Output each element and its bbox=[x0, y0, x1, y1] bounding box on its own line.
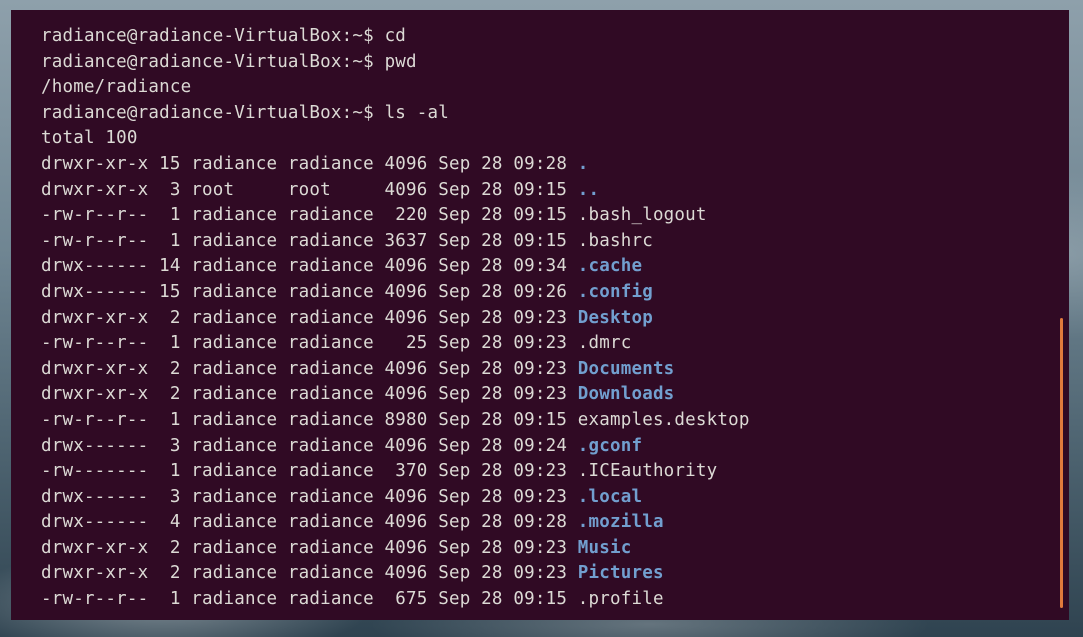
listing-metadata: -rw-r--r-- 1 radiance radiance 8980 Sep … bbox=[41, 409, 578, 430]
listing-row: drwx------ 4 radiance radiance 4096 Sep … bbox=[41, 510, 1069, 536]
file-name: examples.desktop bbox=[577, 409, 750, 430]
listing-metadata: drwxr-xr-x 2 radiance radiance 4096 Sep … bbox=[41, 563, 578, 584]
directory-name: .gconf bbox=[577, 435, 643, 456]
listing-metadata: drwxr-xr-x 15 radiance radiance 4096 Sep… bbox=[41, 153, 578, 174]
directory-name: Downloads bbox=[577, 384, 675, 405]
listing-row: -rw------- 1 radiance radiance 370 Sep 2… bbox=[41, 459, 1069, 485]
listing-row: drwx------ 3 radiance radiance 4096 Sep … bbox=[41, 434, 1069, 460]
listing-row: drwx------ 3 radiance radiance 4096 Sep … bbox=[41, 485, 1069, 511]
directory-name: .mozilla bbox=[577, 512, 664, 533]
directory-name: Documents bbox=[577, 358, 675, 379]
listing-metadata: drwxr-xr-x 2 radiance radiance 4096 Sep … bbox=[41, 358, 578, 379]
listing-row: -rw-r--r-- 1 radiance radiance 8980 Sep … bbox=[41, 408, 1069, 434]
listing-row: drwx------ 15 radiance radiance 4096 Sep… bbox=[41, 280, 1069, 306]
listing-metadata: -rw-r--r-- 1 radiance radiance 3637 Sep … bbox=[41, 230, 578, 251]
command-line: radiance@radiance-VirtualBox:~$ cd bbox=[41, 24, 1069, 50]
listing-metadata: drwx------ 15 radiance radiance 4096 Sep… bbox=[41, 281, 578, 302]
listing-metadata: drwxr-xr-x 2 radiance radiance 4096 Sep … bbox=[41, 537, 578, 558]
listing-row: drwxr-xr-x 2 radiance radiance 4096 Sep … bbox=[41, 536, 1069, 562]
listing-row: drwx------ 14 radiance radiance 4096 Sep… bbox=[41, 254, 1069, 280]
command-line: radiance@radiance-VirtualBox:~$ ls -al bbox=[41, 101, 1069, 127]
file-name: .ICEauthority bbox=[577, 461, 718, 482]
shell-prompt: radiance@radiance-VirtualBox:~$ bbox=[41, 26, 385, 46]
terminal-scrollbar[interactable] bbox=[1060, 318, 1063, 608]
listing-metadata: drwx------ 3 radiance radiance 4096 Sep … bbox=[41, 486, 578, 507]
file-name: .profile bbox=[577, 589, 664, 610]
directory-name: Music bbox=[577, 537, 632, 558]
listing-metadata: drwx------ 3 radiance radiance 4096 Sep … bbox=[41, 435, 578, 456]
listing-metadata: -rw-r--r-- 1 radiance radiance 25 Sep 28… bbox=[41, 333, 578, 354]
terminal-output: radiance@radiance-VirtualBox:~$ cd radian… bbox=[41, 24, 1069, 613]
shell-command: cd bbox=[384, 26, 407, 46]
listing-row: drwxr-xr-x 2 radiance radiance 4096 Sep … bbox=[41, 561, 1069, 587]
directory-name: . bbox=[577, 153, 589, 174]
command-line: radiance@radiance-VirtualBox:~$ pwd bbox=[41, 50, 1069, 76]
directory-name: .cache bbox=[577, 256, 643, 277]
file-name: .bash_logout bbox=[577, 205, 707, 226]
listing-row: -rw-r--r-- 1 radiance radiance 220 Sep 2… bbox=[41, 203, 1069, 229]
file-name: .dmrc bbox=[577, 333, 632, 354]
listing-row: drwxr-xr-x 15 radiance radiance 4096 Sep… bbox=[41, 152, 1069, 178]
shell-command: ls -al bbox=[384, 102, 449, 123]
directory-name: .config bbox=[577, 281, 653, 302]
listing-metadata: drwxr-xr-x 2 radiance radiance 4096 Sep … bbox=[41, 307, 578, 328]
output-line: total 100 bbox=[41, 128, 138, 149]
listing-row: drwxr-xr-x 2 radiance radiance 4096 Sep … bbox=[41, 357, 1069, 383]
shell-command: pwd bbox=[384, 51, 417, 72]
directory-name: Desktop bbox=[577, 307, 653, 328]
terminal-window[interactable]: radiance@radiance-VirtualBox:~$ cd radian… bbox=[11, 10, 1069, 620]
listing-row: -rw-r--r-- 1 radiance radiance 3637 Sep … bbox=[41, 229, 1069, 255]
listing-metadata: drwxr-xr-x 3 root root 4096 Sep 28 09:15 bbox=[41, 179, 578, 200]
listing-row: -rw-r--r-- 1 radiance radiance 25 Sep 28… bbox=[41, 331, 1069, 357]
directory-name: .. bbox=[577, 179, 600, 200]
listing-row: -rw-r--r-- 1 radiance radiance 675 Sep 2… bbox=[41, 587, 1069, 613]
output-line: /home/radiance bbox=[41, 77, 192, 98]
file-name: .bashrc bbox=[577, 230, 653, 251]
listing-metadata: drwx------ 14 radiance radiance 4096 Sep… bbox=[41, 256, 578, 277]
listing-metadata: drwx------ 4 radiance radiance 4096 Sep … bbox=[41, 512, 578, 533]
shell-prompt: radiance@radiance-VirtualBox:~$ bbox=[41, 51, 385, 72]
listing-metadata: drwxr-xr-x 2 radiance radiance 4096 Sep … bbox=[41, 384, 578, 405]
directory-name: Pictures bbox=[577, 563, 664, 584]
listing-row: drwxr-xr-x 2 radiance radiance 4096 Sep … bbox=[41, 382, 1069, 408]
listing-metadata: -rw-r--r-- 1 radiance radiance 675 Sep 2… bbox=[41, 589, 578, 610]
listing-metadata: -rw-r--r-- 1 radiance radiance 220 Sep 2… bbox=[41, 205, 578, 226]
listing-metadata: -rw------- 1 radiance radiance 370 Sep 2… bbox=[41, 461, 578, 482]
listing-row: drwxr-xr-x 2 radiance radiance 4096 Sep … bbox=[41, 306, 1069, 332]
directory-name: .local bbox=[577, 486, 643, 507]
shell-prompt: radiance@radiance-VirtualBox:~$ bbox=[41, 102, 385, 123]
listing-row: drwxr-xr-x 3 root root 4096 Sep 28 09:15… bbox=[41, 178, 1069, 204]
